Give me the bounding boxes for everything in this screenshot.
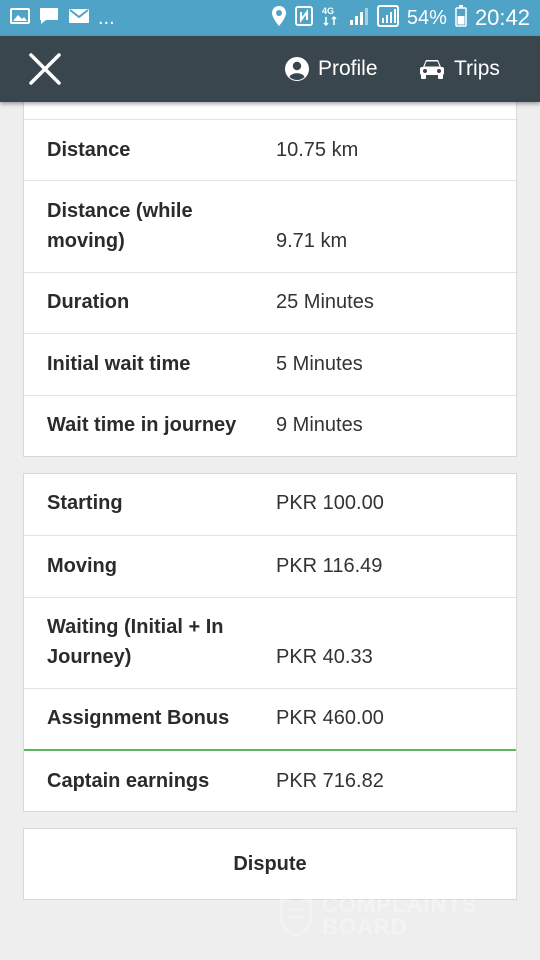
profile-button[interactable]: Profile [284, 52, 378, 86]
shield-icon [279, 894, 313, 938]
dispute-label: Dispute [233, 852, 307, 875]
chat-icon [38, 6, 60, 31]
table-row: Wait time in journey 9 Minutes [24, 396, 516, 457]
row-label: Wait time in journey [47, 414, 237, 436]
close-button[interactable] [24, 50, 66, 88]
row-value: PKR 116.49 [276, 555, 383, 577]
row-value: PKR 716.82 [276, 770, 384, 792]
close-icon [29, 53, 61, 85]
status-bar: ... 4G 54% 20:42 [0, 0, 540, 36]
watermark-line2: BOARD [322, 914, 408, 939]
table-row: Starting PKR 100.00 [24, 474, 516, 536]
table-row: Distance (while moving) 9.71 km [24, 181, 516, 273]
row-value: 9 Minutes [276, 414, 363, 436]
row-label: Duration [47, 291, 130, 313]
clock: 20:42 [474, 5, 530, 30]
table-row: Duration 25 Minutes [24, 273, 516, 334]
app-bar: Profile Trips [0, 36, 540, 102]
row-label: Captain earnings [47, 770, 210, 792]
trips-button[interactable]: Trips [418, 52, 500, 86]
row-value: 10.75 km [276, 139, 359, 161]
table-row: Distance 10.75 km [24, 120, 516, 181]
fare-breakdown-card: Starting PKR 100.00 Moving PKR 116.49 Wa… [23, 473, 517, 812]
location-icon [271, 5, 287, 32]
profile-label: Profile [318, 57, 378, 80]
row-value: 5 Minutes [276, 353, 363, 375]
svg-text:4G: 4G [322, 6, 334, 16]
signal-icon-2 [376, 4, 399, 32]
row-value: PKR 460.00 [276, 707, 384, 729]
row-value: 9.71 km [276, 230, 348, 252]
row-label: Initial wait time [47, 353, 191, 375]
dispute-button[interactable]: Dispute [23, 828, 517, 900]
status-bar-left: ... [10, 6, 115, 31]
table-row: Initial wait time 5 Minutes [24, 334, 516, 396]
row-label: Waiting (Initial + In Journey) [47, 616, 224, 668]
captain-earnings-row: Captain earnings PKR 716.82 [24, 749, 516, 812]
trip-details-card: Distance 10.75 km Distance (while moving… [23, 88, 517, 457]
row-label: Distance [47, 139, 131, 161]
row-label: Assignment Bonus [47, 707, 230, 729]
profile-icon [285, 57, 309, 81]
row-label: Moving [47, 555, 117, 577]
image-icon [10, 7, 30, 30]
4g-icon: 4G [321, 5, 341, 32]
row-label: Starting [47, 492, 123, 514]
trips-label: Trips [454, 57, 500, 80]
row-value: 25 Minutes [276, 291, 374, 313]
row-value: PKR 100.00 [276, 492, 384, 514]
mail-icon [68, 7, 90, 30]
battery-icon [455, 4, 467, 32]
table-row: Assignment Bonus PKR 460.00 [24, 689, 516, 750]
nfc-icon [294, 5, 313, 31]
table-row: Waiting (Initial + In Journey) PKR 40.33 [24, 598, 516, 689]
more-notifications: ... [98, 6, 115, 29]
signal-icon [349, 6, 369, 31]
table-row: Moving PKR 116.49 [24, 536, 516, 598]
watermark-text: COMPLAINTS BOARD [322, 894, 477, 938]
car-icon [420, 60, 444, 79]
row-value: PKR 40.33 [276, 646, 373, 668]
row-label: Distance (while moving) [47, 200, 193, 252]
status-bar-right: 4G 54% 20:42 [271, 4, 530, 32]
battery-percent: 54% [406, 6, 447, 29]
